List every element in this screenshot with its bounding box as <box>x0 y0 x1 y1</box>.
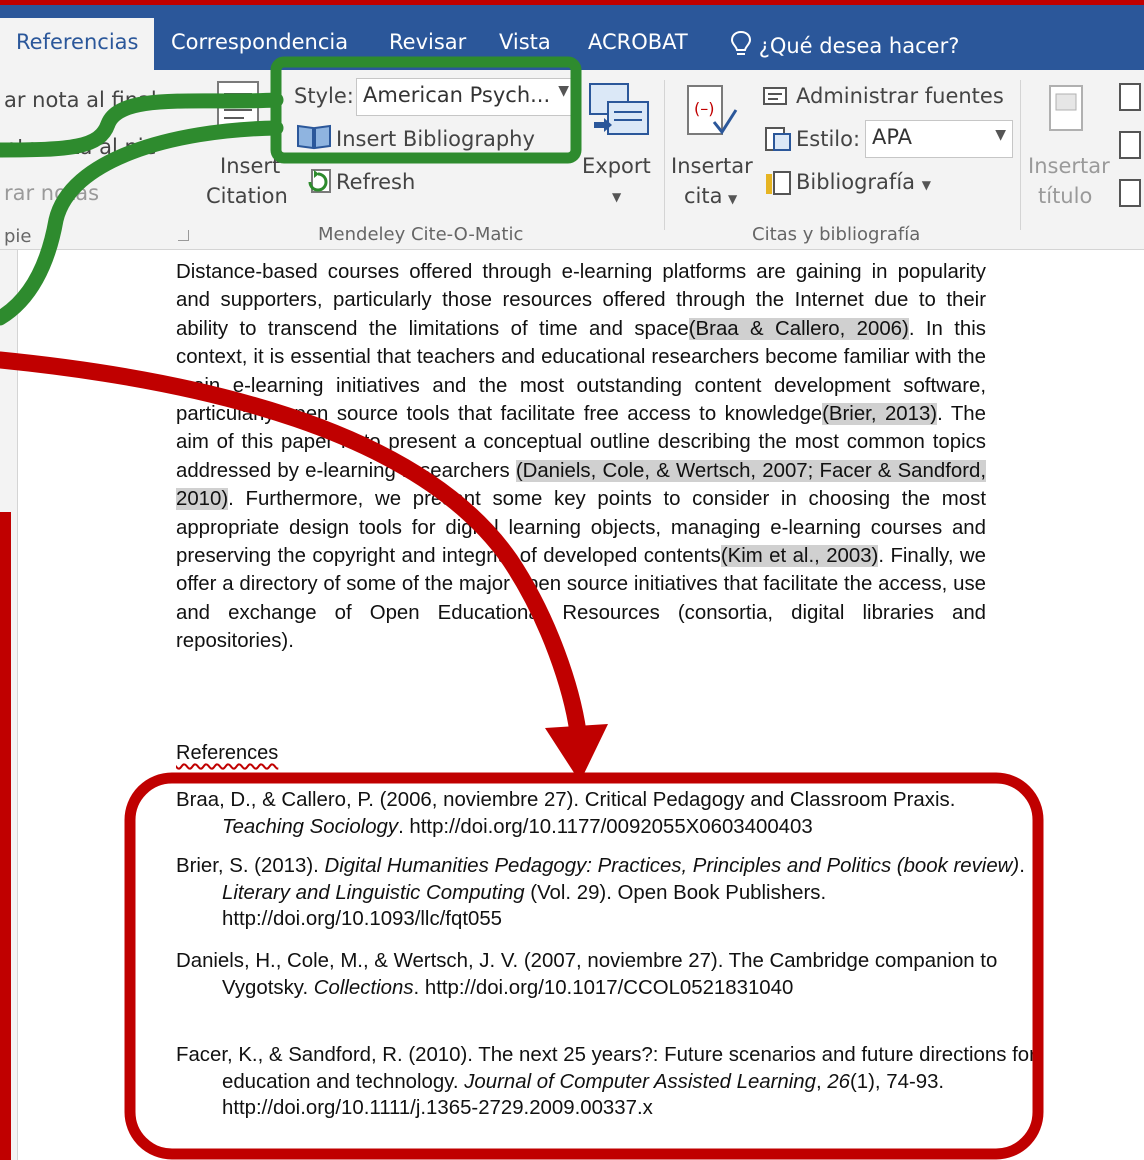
citation-field[interactable]: (Braa & Callero, 2006) <box>688 317 909 340</box>
next-footnote-button[interactable]: nte nota al pie <box>4 135 157 159</box>
tab-revisar[interactable]: Revisar <box>389 30 466 54</box>
insert-citation-label-2[interactable]: Citation <box>206 184 288 208</box>
references-heading: References <box>176 742 279 764</box>
insert-caption-icon[interactable] <box>1046 84 1086 136</box>
reference-text: . <box>1019 855 1025 877</box>
chevron-down-icon: ▼ <box>558 83 569 99</box>
reference-text: Teaching Sociology <box>222 815 399 838</box>
insert-citation-icon[interactable] <box>214 80 264 140</box>
insert-endnote-button[interactable]: ar nota al final <box>4 88 157 112</box>
mendeley-group-label: Mendeley Cite-O-Matic <box>318 224 524 245</box>
reference-entry: Daniels, H., Cole, M., & Wertsch, J. V. … <box>176 948 1042 1001</box>
insert-citation-es-icon[interactable]: (–) <box>684 82 738 146</box>
reference-entry: Facer, K., & Sandford, R. (2010). The ne… <box>176 1042 1042 1122</box>
style-icon <box>765 127 791 151</box>
insert-citation-label-1[interactable]: Insert <box>220 154 280 178</box>
reference-text: Digital Humanities Pedagogy: Practices, … <box>324 855 1020 877</box>
export-icon[interactable] <box>586 78 652 144</box>
citation-style-value: American Psych... <box>363 83 551 107</box>
citation-field[interactable]: (Kim et al., 2003) <box>720 545 879 568</box>
reference-entry: Braa, D., & Callero, P. (2006, noviembre… <box>176 787 1042 840</box>
footnotes-dialog-launcher-icon[interactable] <box>178 230 189 241</box>
vertical-ruler <box>0 250 18 1160</box>
reference-entry: Brier, S. (2013). Digital Humanities Ped… <box>176 853 1042 933</box>
chevron-down-icon: ▼ <box>995 127 1006 143</box>
tab-referencias[interactable]: Referencias <box>0 18 155 70</box>
title-bar <box>0 0 1144 18</box>
chevron-down-icon: ▼ <box>921 178 931 192</box>
document-paragraph[interactable]: Distance-based courses offered through e… <box>176 258 986 656</box>
refresh-icon <box>308 169 331 193</box>
manage-sources-icon <box>763 87 787 105</box>
reference-text: Braa, D., & Callero, P. (2006, noviembre… <box>176 789 956 811</box>
insert-cite-es-label-1[interactable]: Insertar <box>671 154 753 178</box>
reference-text: , <box>815 1070 828 1093</box>
bibliography-button[interactable]: Bibliografía ▼ <box>796 170 931 194</box>
tell-me-text: ¿Qué desea hacer? <box>758 34 960 58</box>
insert-cite-dropdown-icon[interactable]: ▼ <box>728 192 737 206</box>
tab-correspondencia[interactable]: Correspondencia <box>171 30 348 54</box>
citation-field[interactable]: (Brier, 2013) <box>822 403 938 426</box>
citations-group-label: Citas y bibliografía <box>752 224 921 245</box>
reference-text: Journal of Computer Assisted Learning <box>464 1070 816 1093</box>
manage-sources-button[interactable]: Administrar fuentes <box>796 84 1004 108</box>
citation-style-select[interactable]: American Psych... ▼ <box>356 78 576 116</box>
svg-text:(–): (–) <box>694 99 714 118</box>
insert-bibliography-button[interactable]: Insert Bibliography <box>336 127 535 151</box>
show-notes-button[interactable]: rar notas <box>4 181 99 205</box>
insert-caption-label-2[interactable]: título <box>1038 184 1092 208</box>
estilo-label: Estilo: <box>796 127 861 151</box>
reference-text: Literary and Linguistic Computing <box>222 881 525 904</box>
reference-text: Collections <box>313 976 414 999</box>
reference-text: 26 <box>827 1070 851 1093</box>
estilo-select[interactable]: APA ▼ <box>865 120 1013 158</box>
export-button[interactable]: Export <box>582 154 651 178</box>
style-label: Style: <box>294 84 354 108</box>
group-separator <box>1020 80 1021 230</box>
refresh-button[interactable]: Refresh <box>336 170 415 194</box>
captions-small-icons[interactable] <box>1116 82 1144 212</box>
bibliography-label: Bibliografía <box>796 170 916 194</box>
bibliography-icon <box>766 171 791 195</box>
lightbulb-icon <box>730 30 752 55</box>
tell-me-box[interactable]: ¿Qué desea hacer? <box>730 30 959 58</box>
tab-acrobat[interactable]: ACROBAT <box>588 30 688 54</box>
reference-text: . http://doi.org/10.1017/CCOL0521831040 <box>413 976 794 999</box>
group-separator <box>664 80 665 230</box>
reference-text: . http://doi.org/10.1177/0092055X0603400… <box>398 815 813 838</box>
book-icon <box>297 124 331 150</box>
footnotes-group-label: pie <box>4 226 32 247</box>
tab-vista[interactable]: Vista <box>499 30 551 54</box>
reference-text: Brier, S. (2013). <box>176 855 325 877</box>
estilo-value: APA <box>872 125 913 149</box>
insert-caption-label-1[interactable]: Insertar <box>1028 154 1110 178</box>
insert-cite-es-label-2[interactable]: cita <box>684 184 722 208</box>
ribbon-tab-bar: Referencias Correspondencia Revisar Vist… <box>0 18 1144 70</box>
export-dropdown-icon[interactable]: ▼ <box>612 190 621 204</box>
